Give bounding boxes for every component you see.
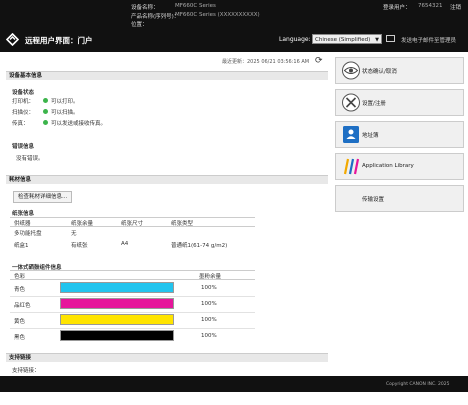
printer-label: 打印机： xyxy=(12,99,35,105)
sidebar-item-label: Application Library xyxy=(362,163,414,169)
portal-logo-icon xyxy=(6,33,19,46)
chevron-down-icon: ▼ xyxy=(375,37,379,43)
device-name-label: 设备名称： xyxy=(131,5,159,11)
refresh-icon[interactable]: ⟳ xyxy=(315,56,323,66)
tools-icon xyxy=(342,93,360,112)
divider xyxy=(10,328,255,329)
fax-status: 可以发送或接收传真。 xyxy=(51,121,107,127)
mail-icon[interactable] xyxy=(386,35,395,42)
product-name-value: MF660C Series (XXXXXXXXXX) xyxy=(175,12,260,18)
scanner-status: 可以扫描。 xyxy=(51,110,79,116)
footer-bar: Copyright CANON INC. 2025 xyxy=(0,376,468,392)
sidebar-item-status-monitor[interactable]: 状态确认/取消 xyxy=(335,57,464,84)
sidebar-item-label: 传输设置 xyxy=(362,197,385,203)
location-label: 位置： xyxy=(131,22,148,28)
section-basic-info: 设备基本信息 xyxy=(6,71,328,80)
cartridge-name: 青色 xyxy=(14,287,26,293)
sidebar-item-settings[interactable]: 设置/注册 xyxy=(335,89,464,116)
divider xyxy=(10,217,255,218)
divider xyxy=(10,270,255,271)
cartridge-name: 品红色 xyxy=(14,303,31,309)
logout-link[interactable]: 注销 xyxy=(450,3,461,11)
sidebar-item-label: 设置/注册 xyxy=(362,101,386,107)
cartridge-name: 黑色 xyxy=(14,335,26,341)
paper-row-level: 无 xyxy=(71,231,77,237)
email-admin-link[interactable]: 发送电子邮件至管理员 xyxy=(401,36,456,44)
language-select-value: Chinese (Simplified) xyxy=(315,37,371,43)
fax-label: 传真： xyxy=(12,121,29,127)
app-library-icon xyxy=(343,158,360,175)
paper-row-level: 有纸张 xyxy=(71,243,88,249)
paper-row-source: 多功能托盘 xyxy=(14,231,42,237)
header-bar: 远程用户界面：门户 Language: Chinese (Simplified)… xyxy=(0,29,468,52)
page-title: 远程用户界面：门户 xyxy=(25,36,93,45)
fax-status-icon xyxy=(43,120,48,125)
cartridge-color-bar xyxy=(60,298,174,309)
language-label: Language: xyxy=(279,36,311,43)
error-info-text: 没有错误。 xyxy=(16,156,44,162)
divider xyxy=(10,312,255,313)
support-link-label: 支持链接： xyxy=(12,368,40,374)
cartridge-level: 100% xyxy=(201,285,217,291)
printer-status: 可以打印。 xyxy=(51,99,79,105)
cartridge-color-bar xyxy=(60,330,174,341)
error-info-title: 错误信息 xyxy=(12,144,35,150)
sidebar-item-transfer-settings[interactable]: 传输设置 xyxy=(335,185,464,212)
paper-row-size: A4 xyxy=(121,241,129,247)
cartridge-color-bar xyxy=(60,314,174,325)
product-name-label: 产品名称(序列号)： xyxy=(131,14,180,20)
sidebar-item-application-library[interactable]: Application Library xyxy=(335,153,464,180)
login-user-label: 登录用户： xyxy=(383,5,411,11)
divider xyxy=(10,296,255,297)
sidebar-item-label: 地址簿 xyxy=(362,133,379,139)
printer-status-icon xyxy=(43,98,48,103)
cartridge-level: 100% xyxy=(201,333,217,339)
divider xyxy=(10,226,255,227)
paper-row-type: 普通纸1(61-74 g/m2) xyxy=(171,243,228,249)
cartridge-name: 黄色 xyxy=(14,319,26,325)
language-select[interactable]: Chinese (Simplified) ▼ xyxy=(312,34,382,44)
sidebar-item-label: 状态确认/取消 xyxy=(362,69,397,75)
sidebar-item-address-book[interactable]: 地址簿 xyxy=(335,121,464,148)
paper-row-source: 纸盒1 xyxy=(14,243,29,249)
eye-icon xyxy=(342,61,360,80)
section-support: 支持链接 xyxy=(6,353,328,362)
section-consumables: 耗材信息 xyxy=(6,175,328,184)
cartridge-level: 100% xyxy=(201,301,217,307)
scanner-status-icon xyxy=(43,109,48,114)
cartridge-color-bar xyxy=(60,282,174,293)
divider xyxy=(10,279,255,280)
login-user-value: 7654321 xyxy=(418,3,443,9)
copyright: Copyright CANON INC. 2025 xyxy=(386,382,450,387)
last-updated: 最近更新：2025 06/21 03:56:16 AM xyxy=(222,59,310,65)
device-name-value: MF660C Series xyxy=(175,3,216,9)
paper-info-title: 纸张信息 xyxy=(12,211,35,217)
check-consumables-button[interactable]: 检查耗材详细信息... xyxy=(13,191,73,203)
address-book-icon xyxy=(343,126,359,143)
device-status-title: 设备状态 xyxy=(12,90,35,96)
cartridge-level: 100% xyxy=(201,317,217,323)
top-info-bar: 设备名称： MF660C Series 产品名称(序列号)： MF660C Se… xyxy=(0,0,468,29)
scanner-label: 扫描仪： xyxy=(12,110,35,116)
